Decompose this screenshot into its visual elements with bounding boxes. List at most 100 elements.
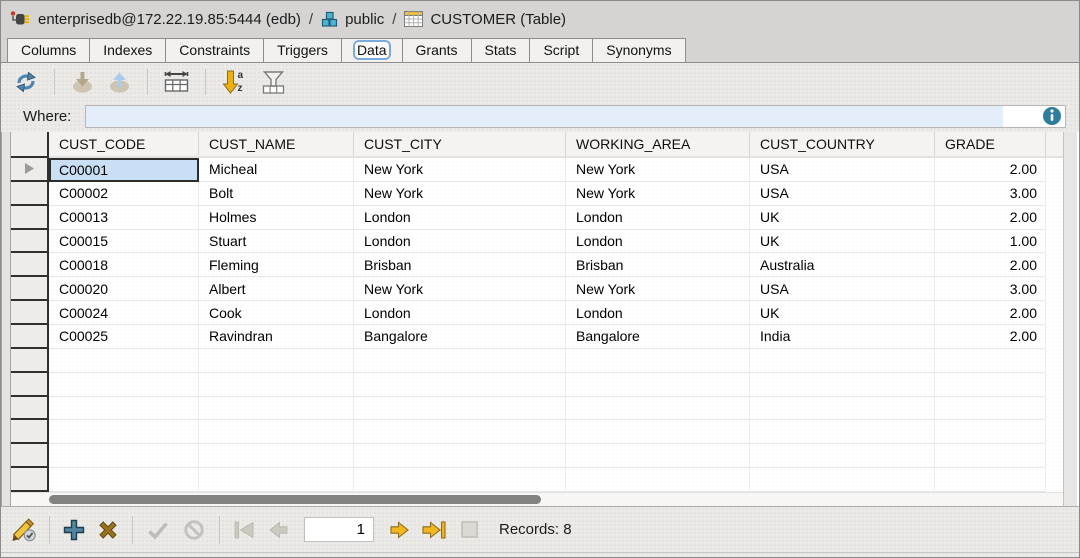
cell-cust_country[interactable]: UK	[750, 230, 935, 254]
grid-corner-cell[interactable]	[11, 132, 49, 158]
row-header[interactable]	[11, 373, 49, 397]
cell-cust_code[interactable]: C00015	[49, 230, 199, 254]
page-number-input[interactable]	[304, 517, 374, 542]
empty-cell	[49, 444, 199, 468]
cell-working_area[interactable]: London	[566, 230, 750, 254]
cell-cust_code[interactable]: C00013	[49, 206, 199, 230]
row-header[interactable]	[11, 397, 49, 421]
cell-cust_name[interactable]: Holmes	[199, 206, 354, 230]
empty-cell	[750, 397, 935, 421]
cell-cust_code[interactable]: C00001	[49, 158, 199, 182]
cell-cust_code[interactable]: C00002	[49, 182, 199, 206]
column-header-cust_city[interactable]: CUST_CITY	[354, 132, 566, 156]
sort-icon[interactable]: a z	[221, 69, 248, 95]
cell-cust_name[interactable]: Cook	[199, 301, 354, 325]
cell-cust_city[interactable]: New York	[354, 277, 566, 301]
cell-grade[interactable]: 2.00	[935, 325, 1046, 349]
fit-columns-icon[interactable]	[163, 70, 190, 94]
info-icon[interactable]	[1042, 106, 1062, 126]
cell-cust_country[interactable]: UK	[750, 206, 935, 230]
empty-cell	[49, 349, 199, 373]
cell-cust_name[interactable]: Fleming	[199, 253, 354, 277]
row-header[interactable]	[11, 468, 49, 492]
horizontal-scrollbar[interactable]	[11, 492, 1063, 506]
empty-cell	[199, 444, 354, 468]
row-header[interactable]	[11, 158, 49, 182]
cell-cust_city[interactable]: London	[354, 230, 566, 254]
cell-working_area[interactable]: Brisban	[566, 253, 750, 277]
refresh-icon[interactable]	[13, 70, 39, 94]
column-header-working_area[interactable]: WORKING_AREA	[566, 132, 750, 156]
vertical-scrollbar-track[interactable]	[1063, 132, 1077, 506]
tab-triggers[interactable]: Triggers	[263, 38, 342, 63]
next-page-icon[interactable]	[388, 518, 412, 542]
cell-cust_name[interactable]: Bolt	[199, 182, 354, 206]
cell-grade[interactable]: 1.00	[935, 230, 1046, 254]
tab-grants[interactable]: Grants	[402, 38, 472, 63]
cell-grade[interactable]: 2.00	[935, 301, 1046, 325]
cell-cust_country[interactable]: UK	[750, 301, 935, 325]
cell-grade[interactable]: 2.00	[935, 158, 1046, 182]
where-input[interactable]	[86, 106, 1003, 127]
cell-cust_country[interactable]: USA	[750, 182, 935, 206]
row-header[interactable]	[11, 253, 49, 277]
cell-grade[interactable]: 2.00	[935, 253, 1046, 277]
filter-icon[interactable]	[260, 70, 287, 95]
column-header-cust_name[interactable]: CUST_NAME	[199, 132, 354, 156]
row-header[interactable]	[11, 301, 49, 325]
row-header[interactable]	[11, 420, 49, 444]
cell-cust_country[interactable]: Australia	[750, 253, 935, 277]
cell-grade[interactable]: 3.00	[935, 182, 1046, 206]
horizontal-scrollbar-thumb[interactable]	[49, 495, 541, 504]
row-header[interactable]	[11, 206, 49, 230]
cell-cust_name[interactable]: Stuart	[199, 230, 354, 254]
tab-columns[interactable]: Columns	[7, 38, 90, 63]
tab-constraints[interactable]: Constraints	[165, 38, 264, 63]
cell-cust_code[interactable]: C00018	[49, 253, 199, 277]
row-header[interactable]	[11, 444, 49, 468]
tab-data[interactable]: Data	[341, 38, 403, 63]
cell-cust_city[interactable]: New York	[354, 158, 566, 182]
cell-working_area[interactable]: London	[566, 206, 750, 230]
column-header-cust_country[interactable]: CUST_COUNTRY	[750, 132, 935, 156]
insert-row-icon[interactable]	[62, 518, 86, 542]
cell-cust_code[interactable]: C00020	[49, 277, 199, 301]
cell-cust_country[interactable]: USA	[750, 158, 935, 182]
cell-cust_name[interactable]: Micheal	[199, 158, 354, 182]
tab-script[interactable]: Script	[529, 38, 593, 63]
cell-cust_name[interactable]: Ravindran	[199, 325, 354, 349]
cell-cust_code[interactable]: C00025	[49, 325, 199, 349]
cell-grade[interactable]: 3.00	[935, 277, 1046, 301]
cell-cust_country[interactable]: India	[750, 325, 935, 349]
left-scrollbar-track[interactable]	[1, 132, 11, 506]
row-header[interactable]	[11, 182, 49, 206]
cell-cust_name[interactable]: Albert	[199, 277, 354, 301]
cell-cust_country[interactable]: USA	[750, 277, 935, 301]
cell-cust_code[interactable]: C00024	[49, 301, 199, 325]
cell-working_area[interactable]: Bangalore	[566, 325, 750, 349]
cell-cust_city[interactable]: Bangalore	[354, 325, 566, 349]
cell-cust_city[interactable]: New York	[354, 182, 566, 206]
cell-cust_city[interactable]: London	[354, 206, 566, 230]
cell-working_area[interactable]: New York	[566, 182, 750, 206]
cell-grade[interactable]: 2.00	[935, 206, 1046, 230]
row-header[interactable]	[11, 230, 49, 254]
delete-row-icon[interactable]	[96, 518, 120, 542]
row-header[interactable]	[11, 277, 49, 301]
row-header[interactable]	[11, 325, 49, 349]
cell-cust_city[interactable]: London	[354, 301, 566, 325]
tab-synonyms[interactable]: Synonyms	[592, 38, 685, 63]
cell-working_area[interactable]: New York	[566, 277, 750, 301]
tab-stats[interactable]: Stats	[471, 38, 531, 63]
cell-working_area[interactable]: New York	[566, 158, 750, 182]
empty-cell	[750, 420, 935, 444]
cell-cust_city[interactable]: Brisban	[354, 253, 566, 277]
column-header-cust_code[interactable]: CUST_CODE	[49, 132, 199, 156]
cell-working_area[interactable]: London	[566, 301, 750, 325]
tab-indexes[interactable]: Indexes	[89, 38, 166, 63]
column-header-grade[interactable]: GRADE	[935, 132, 1046, 156]
edit-mode-icon[interactable]	[11, 517, 37, 542]
last-page-icon[interactable]	[422, 518, 448, 542]
schema-label[interactable]: public	[345, 11, 384, 28]
row-header[interactable]	[11, 349, 49, 373]
